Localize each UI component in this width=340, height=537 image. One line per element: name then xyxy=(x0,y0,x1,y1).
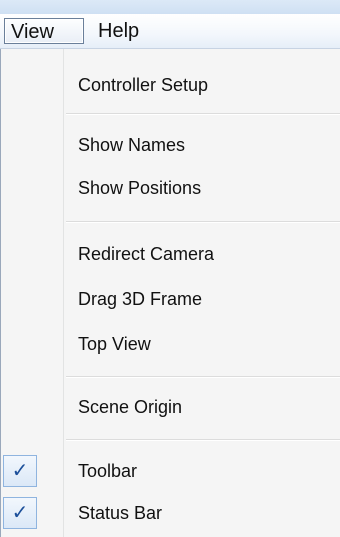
menu-item-label: Scene Origin xyxy=(78,397,183,417)
menu-item-label: Redirect Camera xyxy=(78,244,215,264)
menu-item-toolbar[interactable]: ✓ Toolbar xyxy=(0,452,340,490)
menu-item-scene-origin[interactable]: Scene Origin xyxy=(0,388,340,426)
menu-item-show-positions[interactable]: Show Positions xyxy=(0,169,340,207)
menu-item-label: Controller Setup xyxy=(78,75,209,95)
menu-view[interactable]: View xyxy=(4,18,84,44)
check-icon: ✓ xyxy=(3,497,37,529)
menu-item-drag-3d-frame[interactable]: Drag 3D Frame xyxy=(0,280,340,318)
menu-item-controller-setup[interactable]: Controller Setup xyxy=(0,66,340,104)
menu-item-label: Show Names xyxy=(78,135,186,155)
menu-item-status-bar[interactable]: ✓ Status Bar xyxy=(0,494,340,532)
menu-item-label: Drag 3D Frame xyxy=(78,289,203,309)
menu-help[interactable]: Help xyxy=(92,18,145,44)
menu-separator xyxy=(66,439,340,441)
menu-bar: View Help xyxy=(0,14,340,49)
menu-separator xyxy=(66,376,340,378)
menu-separator xyxy=(66,221,340,223)
menu-item-label: Show Positions xyxy=(78,178,202,198)
menu-item-top-view[interactable]: Top View xyxy=(0,325,340,363)
menu-item-label: Toolbar xyxy=(78,461,138,481)
menu-item-show-names[interactable]: Show Names xyxy=(0,126,340,164)
menu-separator xyxy=(66,113,340,115)
menu-item-label: Status Bar xyxy=(78,503,163,523)
check-icon: ✓ xyxy=(3,455,37,487)
menu-item-redirect-camera[interactable]: Redirect Camera xyxy=(0,235,340,273)
window-title-strip xyxy=(0,0,340,14)
menu-item-label: Top View xyxy=(78,334,151,354)
